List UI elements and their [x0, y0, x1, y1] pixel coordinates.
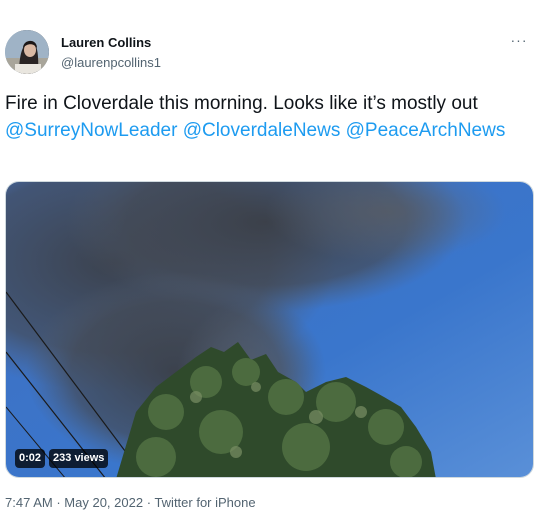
tweet-card: Lauren Collins @laurenpcollins1 ··· Fire…: [0, 0, 538, 525]
mention-link[interactable]: @PeaceArchNews: [346, 120, 506, 141]
tweet-text-body: Fire in Cloverdale this morning. Looks l…: [5, 93, 478, 114]
video-duration: 0:02: [15, 448, 46, 468]
author-handle[interactable]: @laurenpcollins1: [61, 55, 161, 70]
tweet-source[interactable]: Twitter for iPhone: [154, 495, 255, 510]
tweet-time[interactable]: 7:47 AM: [5, 495, 53, 510]
mention-link[interactable]: @CloverdaleNews: [183, 120, 341, 141]
mention-link[interactable]: @SurreyNowLeader: [5, 120, 177, 141]
author-name[interactable]: Lauren Collins: [61, 35, 151, 50]
tweet-meta: 7:47 AM · May 20, 2022 · Twitter for iPh…: [5, 495, 256, 510]
meta-separator: ·: [56, 495, 61, 510]
video-views: 233 views: [49, 448, 109, 468]
avatar[interactable]: [5, 30, 49, 74]
video-player[interactable]: [5, 181, 534, 478]
more-options-button[interactable]: ···: [506, 30, 532, 50]
more-horizontal-icon: ···: [510, 32, 528, 48]
meta-separator: ·: [146, 495, 152, 510]
tweet-text: Fire in Cloverdale this morning. Looks l…: [5, 90, 525, 144]
tweet-date[interactable]: May 20, 2022: [64, 495, 143, 510]
video-badges: 0:02 233 views: [15, 448, 109, 468]
profile-photo-icon: [5, 30, 49, 74]
video-thumbnail: [6, 182, 533, 477]
